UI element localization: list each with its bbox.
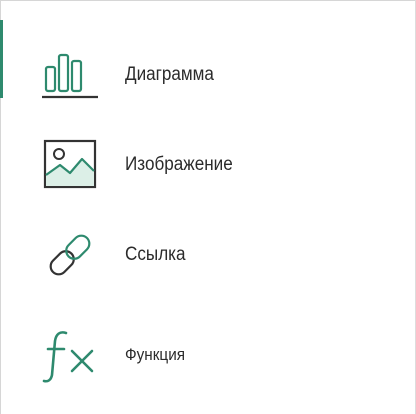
- menu-item-label: Изображение: [125, 154, 233, 175]
- menu-item-chart[interactable]: Диаграмма: [0, 30, 416, 120]
- function-fx-icon: [40, 325, 100, 385]
- bar-chart-icon: [40, 45, 100, 105]
- menu-item-label: Ссылка: [125, 244, 186, 265]
- menu-item-image[interactable]: Изображение: [0, 120, 416, 210]
- panel-top-border: [0, 0, 416, 1]
- link-icon: [40, 225, 100, 285]
- menu-item-label: Диаграмма: [125, 64, 214, 85]
- image-icon: [40, 135, 100, 195]
- menu-item-link[interactable]: Ссылка: [0, 210, 416, 300]
- menu-item-function[interactable]: Функция: [0, 310, 416, 400]
- menu-item-label: Функция: [125, 345, 186, 364]
- insert-menu-panel: Диаграмма Изображение Ссылка Функция: [0, 0, 416, 414]
